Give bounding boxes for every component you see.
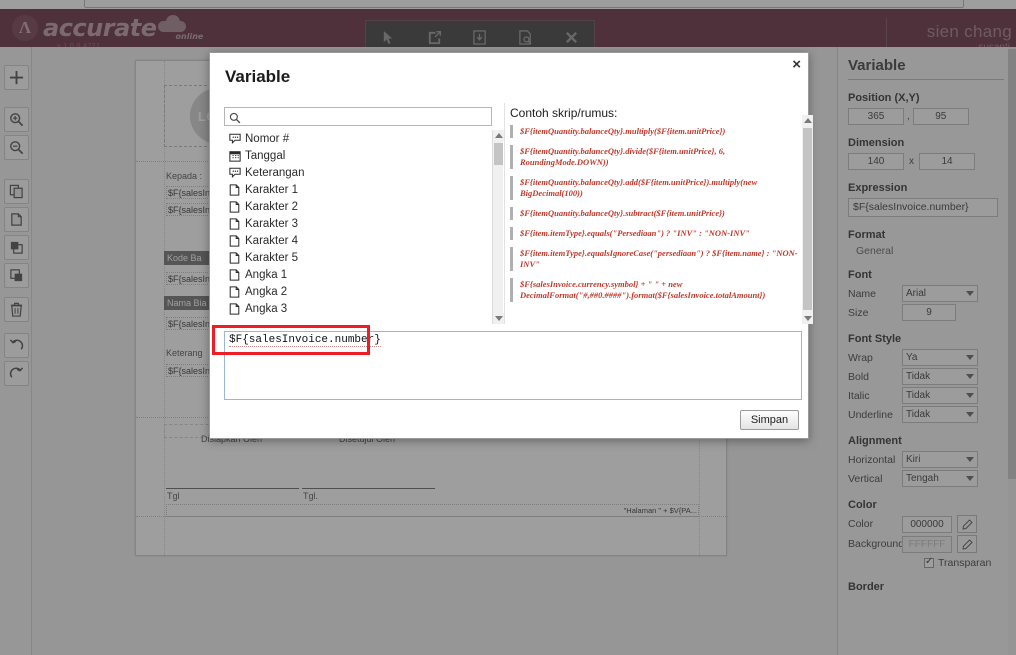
dialog-close-icon[interactable]: × bbox=[792, 57, 801, 72]
list-item-label: Karakter 1 bbox=[245, 183, 299, 196]
variable-list[interactable]: Nomor # Tanggal Keterangan Karakter 1 Ka… bbox=[224, 130, 492, 324]
file-icon bbox=[228, 285, 241, 298]
file-icon bbox=[228, 183, 241, 196]
examples-scrollbar-thumb[interactable] bbox=[803, 128, 812, 310]
examples-list[interactable]: $F{itemQuantity.balanceQty}.multiply($F{… bbox=[510, 123, 802, 324]
variable-search-input[interactable] bbox=[247, 108, 489, 125]
save-button[interactable]: Simpan bbox=[740, 410, 799, 430]
variable-dialog: Variable × Nomor # Tanggal Keterangan Ka… bbox=[209, 52, 813, 439]
list-item[interactable]: Keterangan bbox=[224, 164, 492, 181]
examples-title: Contoh skrip/rumus: bbox=[510, 106, 618, 120]
list-item[interactable]: Karakter 3 bbox=[224, 215, 492, 232]
list-item-label: Angka 2 bbox=[245, 285, 288, 298]
list-item-label: Karakter 4 bbox=[245, 234, 299, 247]
search-icon bbox=[229, 111, 241, 129]
dialog-title: Variable bbox=[225, 67, 291, 86]
list-item[interactable]: Nomor # bbox=[224, 130, 492, 147]
list-item[interactable]: Karakter 2 bbox=[224, 198, 492, 215]
example-item[interactable]: $F{itemQuantity.balanceQty}.divide($F{it… bbox=[510, 143, 802, 171]
comment-icon bbox=[228, 132, 241, 145]
list-item-label: Keterangan bbox=[245, 166, 305, 179]
expression-editor[interactable]: $F{salesInvoice.number} bbox=[224, 331, 802, 400]
file-icon bbox=[228, 200, 241, 213]
example-item[interactable]: $F{itemQuantity.balanceQty}.multiply($F{… bbox=[510, 123, 802, 140]
list-item[interactable]: Karakter 1 bbox=[224, 181, 492, 198]
variable-list-scrollbar[interactable] bbox=[492, 130, 504, 324]
comment-icon bbox=[228, 166, 241, 179]
examples-scrollbar[interactable] bbox=[802, 115, 813, 324]
list-item-label: Karakter 5 bbox=[245, 251, 299, 264]
scroll-up-icon[interactable] bbox=[802, 115, 813, 126]
example-item[interactable]: $F{item.itemType}.equals("Persediaan") ?… bbox=[510, 225, 802, 242]
list-item[interactable]: Karakter 4 bbox=[224, 232, 492, 249]
list-item[interactable]: Angka 1 bbox=[224, 266, 492, 283]
file-icon bbox=[228, 302, 241, 315]
list-item-label: Angka 1 bbox=[245, 268, 288, 281]
variable-list-scrollbar-thumb[interactable] bbox=[494, 143, 503, 165]
list-item-label: Nomor # bbox=[245, 132, 290, 145]
variable-search-box[interactable] bbox=[224, 107, 492, 126]
list-item[interactable]: Angka 2 bbox=[224, 283, 492, 300]
scroll-up-icon[interactable] bbox=[493, 130, 504, 141]
file-icon bbox=[228, 268, 241, 281]
scroll-down-icon[interactable] bbox=[493, 313, 504, 324]
list-item[interactable]: Angka 3 bbox=[224, 300, 492, 317]
example-item[interactable]: $F{item.itemType}.equalsIgnoreCase("pers… bbox=[510, 245, 802, 273]
file-icon bbox=[228, 217, 241, 230]
file-icon bbox=[228, 251, 241, 264]
list-item[interactable]: Karakter 5 bbox=[224, 249, 492, 266]
example-item[interactable]: $F{itemQuantity.balanceQty}.subtract($F{… bbox=[510, 205, 802, 222]
app-root: Λ accurate v 1.0.0.4721 online bbox=[0, 0, 1016, 655]
scroll-down-icon[interactable] bbox=[802, 313, 813, 324]
dialog-column-divider bbox=[504, 103, 505, 324]
example-item[interactable]: $F{salesInvoice.currency.symbol} + " " +… bbox=[510, 276, 802, 304]
calendar-icon bbox=[228, 149, 241, 162]
example-item[interactable]: $F{itemQuantity.balanceQty}.add($F{item.… bbox=[510, 174, 802, 202]
expression-editor-value[interactable]: $F{salesInvoice.number} bbox=[229, 334, 381, 347]
list-item-label: Angka 3 bbox=[245, 302, 288, 315]
list-item[interactable]: Tanggal bbox=[224, 147, 492, 164]
file-icon bbox=[228, 234, 241, 247]
list-item-label: Karakter 3 bbox=[245, 217, 299, 230]
list-item-label: Karakter 2 bbox=[245, 200, 299, 213]
list-item-label: Tanggal bbox=[245, 149, 286, 162]
